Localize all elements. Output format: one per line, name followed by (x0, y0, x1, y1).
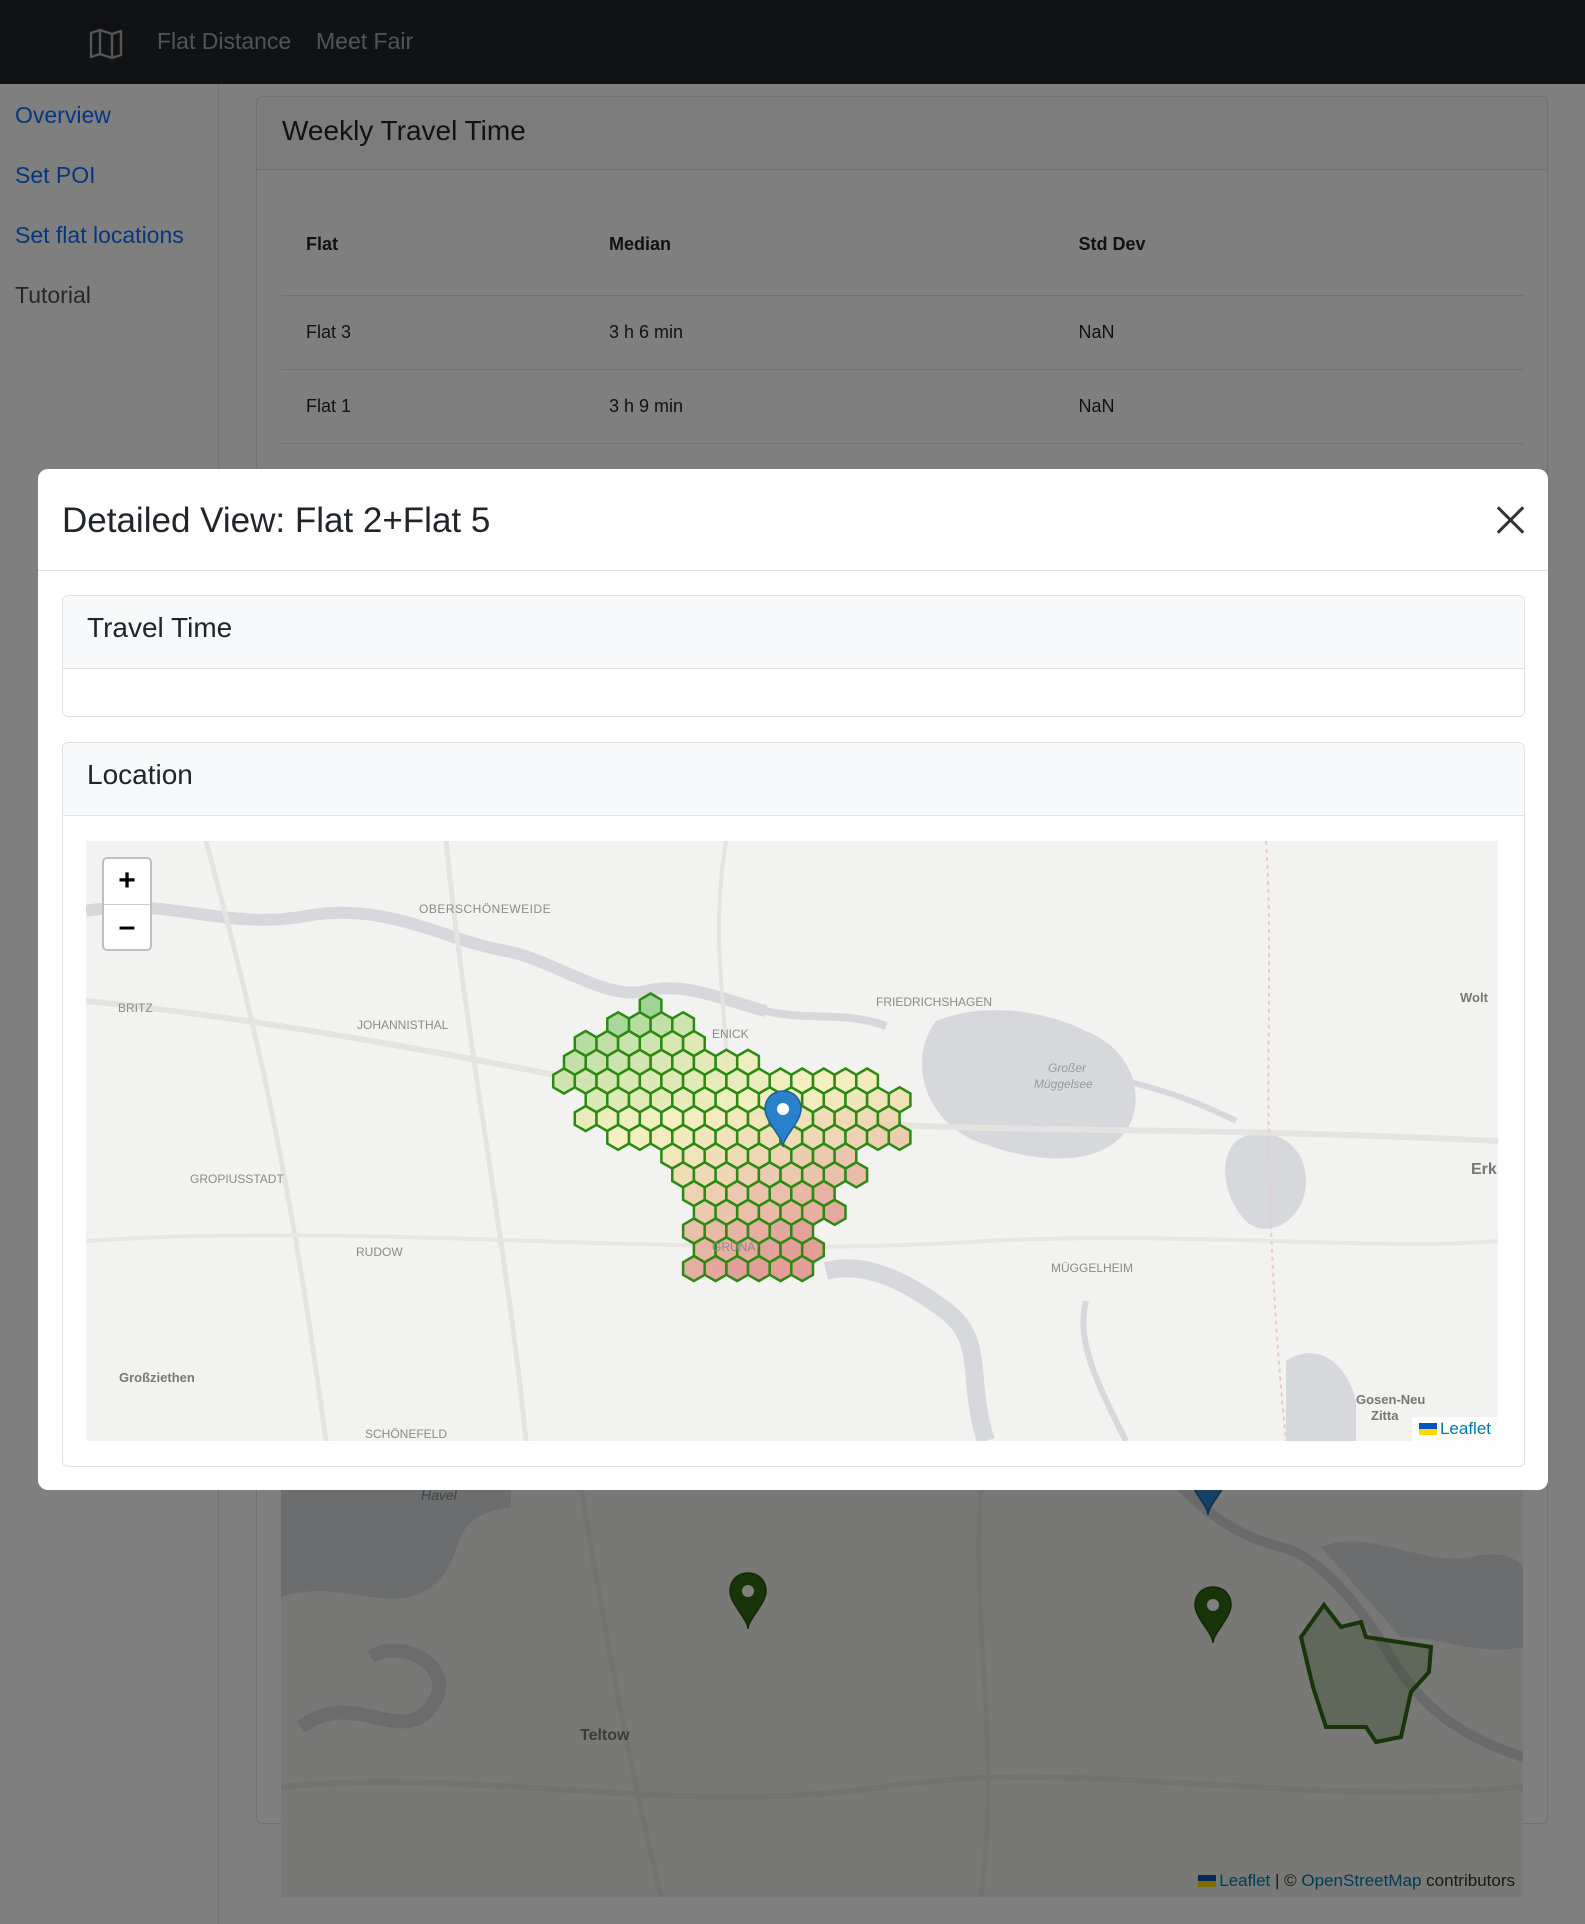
hexagon-cell[interactable] (681, 1254, 706, 1283)
location-map[interactable]: OBERSCHÖNEWEIDE BRITZ JOHANNISTHAL FRIED… (86, 841, 1498, 1441)
hexagon-cell[interactable] (790, 1254, 815, 1283)
map-label-zittau: Zitta (1371, 1408, 1399, 1423)
map-label-woltersdorf: Wolt (1460, 990, 1488, 1005)
card-title: Travel Time (87, 612, 233, 643)
zoom-control: + – (102, 857, 152, 951)
hexagon-cell[interactable] (887, 1123, 912, 1152)
map-label-gruenau: GRÜNA (712, 1240, 756, 1254)
hexagon-cell[interactable] (551, 1067, 577, 1095)
map-label-oberschoneweide: OBERSCHÖNEWEIDE (419, 902, 552, 916)
close-icon[interactable] (1495, 505, 1525, 535)
hexagon-cell[interactable] (703, 1254, 728, 1283)
map-label-schoenefeld: SCHÖNEFELD (365, 1427, 448, 1441)
map-label-lake: Müggelsee (1034, 1077, 1093, 1091)
map-label-erkner: Erk (1471, 1161, 1497, 1178)
hexagon-cell[interactable] (844, 1160, 869, 1189)
hexagon-cell[interactable] (822, 1198, 847, 1227)
map-marker-blue[interactable] (763, 1089, 803, 1154)
zoom-out-button[interactable]: – (104, 905, 150, 949)
leaflet-link[interactable]: Leaflet (1440, 1419, 1491, 1438)
map-label-koepenick: ENICK (712, 1027, 749, 1041)
modal-header: Detailed View: Flat 2+Flat 5 (38, 469, 1548, 571)
ukraine-flag-icon (1418, 1420, 1437, 1435)
travel-time-card: Travel Time (62, 595, 1525, 717)
map-label-gropiusstadt: GROPIUSSTADT (190, 1172, 284, 1186)
hexagon-cell[interactable] (573, 1104, 598, 1133)
card-header: Location (63, 743, 1524, 816)
map-label-grossziethen: Großziethen (119, 1370, 195, 1385)
map-attribution: Leaflet (1411, 1417, 1498, 1441)
map-label-britz: BRITZ (118, 1001, 153, 1015)
map-label-johannisthal: JOHANNISTHAL (357, 1018, 449, 1032)
hexagon-cell[interactable] (865, 1123, 891, 1152)
hexagon-cell[interactable] (725, 1254, 750, 1283)
map-label-gosen: Gosen-Neu (1356, 1392, 1426, 1407)
map-label-mueggelheim: MÜGGELHEIM (1051, 1261, 1134, 1275)
map-label-lake: Großer (1048, 1061, 1087, 1075)
hexagon-cell[interactable] (606, 1123, 631, 1152)
hexagon-cell[interactable] (627, 1123, 652, 1152)
card-title: Location (87, 759, 193, 790)
hexagon-cell[interactable] (768, 1254, 793, 1283)
hexagon-cell[interactable] (746, 1254, 771, 1283)
card-header: Travel Time (63, 596, 1524, 669)
map-label-friedrichshagen: FRIEDRICHSHAGEN (876, 995, 993, 1009)
map-label-rudow: RUDOW (356, 1245, 403, 1259)
zoom-in-button[interactable]: + (104, 859, 150, 905)
modal-title: Detailed View: Flat 2+Flat 5 (62, 501, 491, 540)
